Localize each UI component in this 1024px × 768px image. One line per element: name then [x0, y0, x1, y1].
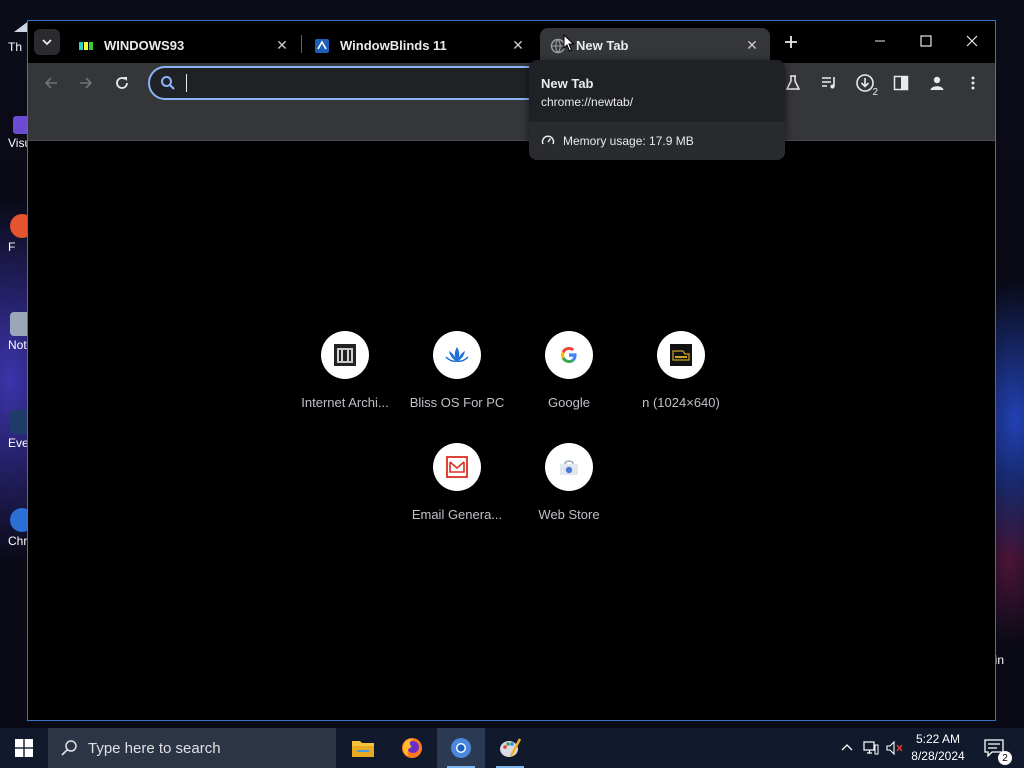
hover-card-url: chrome://newtab/: [541, 95, 634, 109]
tab-title: WINDOWS93: [104, 38, 185, 53]
plus-icon: [785, 36, 797, 48]
close-icon[interactable]: ✕: [744, 37, 760, 54]
network-button[interactable]: [860, 728, 882, 768]
side-panel-icon: [893, 75, 909, 91]
start-button[interactable]: [0, 728, 48, 768]
shortcut-tile[interactable]: Bliss OS For PC: [401, 331, 513, 435]
side-panel-button[interactable]: [889, 71, 913, 95]
minimize-button[interactable]: [857, 27, 903, 55]
taskbar-clock[interactable]: 5:22 AM 8/28/2024: [906, 731, 970, 765]
media-control-button[interactable]: [817, 71, 841, 95]
tab-divider: [301, 35, 302, 53]
new-tab-button[interactable]: [780, 31, 802, 53]
shortcut-tile[interactable]: Internet Archi...: [289, 331, 401, 435]
shortcut-tile[interactable]: n (1024×640): [625, 331, 737, 435]
maximize-icon: [920, 35, 932, 47]
omnibox[interactable]: [148, 66, 568, 100]
desktop-right-label: in: [994, 653, 1004, 667]
volume-button[interactable]: [884, 728, 906, 768]
bookmarks-bar: [28, 103, 995, 141]
tab-title: New Tab: [576, 38, 629, 53]
taskbar-paint[interactable]: [486, 728, 534, 768]
taskbar-file-explorer[interactable]: [339, 728, 387, 768]
shortcut-label: n (1024×640): [642, 395, 720, 410]
shortcut-tile[interactable]: Google: [513, 331, 625, 435]
minimize-icon: [875, 40, 885, 42]
download-count: 2: [872, 87, 878, 98]
search-icon: [61, 740, 77, 756]
volume-muted-icon: [886, 741, 903, 755]
search-icon: [161, 76, 175, 90]
hover-card-memory: Memory usage: 17.9 MB: [529, 122, 785, 160]
taskbar-search-placeholder: Type here to search: [88, 739, 221, 757]
taskbar-chrome[interactable]: [437, 728, 485, 768]
maximize-button[interactable]: [903, 27, 949, 55]
show-hidden-icons-button[interactable]: [836, 728, 858, 768]
thumbnail-icon: [657, 331, 705, 379]
paint-icon: [500, 738, 522, 757]
browser-window: WINDOWS93 ✕ WindowBlinds 11 ✕ New Tab ✕: [27, 20, 996, 721]
address-input[interactable]: [195, 71, 566, 95]
windows-logo-icon: [15, 739, 33, 757]
taskbar-search[interactable]: Type here to search: [48, 728, 336, 768]
tab-title: WindowBlinds 11: [340, 38, 447, 53]
windowblinds-icon: [314, 38, 330, 54]
chrome-icon: [451, 738, 471, 758]
profile-icon: [930, 76, 944, 90]
lotus-icon: [433, 331, 481, 379]
chevron-up-icon: [841, 744, 853, 751]
shortcut-tile[interactable]: Email Genera...: [401, 443, 513, 547]
webstore-icon: [545, 443, 593, 491]
back-button[interactable]: [39, 71, 63, 95]
clock-date: 8/28/2024: [911, 749, 965, 763]
shortcut-tile[interactable]: Web Store: [513, 443, 625, 547]
file-explorer-icon: [352, 741, 374, 757]
shortcut-label: Bliss OS For PC: [409, 395, 505, 410]
text-caret: [186, 74, 187, 92]
close-window-button[interactable]: [949, 27, 995, 55]
menu-button[interactable]: [961, 71, 985, 95]
tab-windows93[interactable]: WINDOWS93 ✕: [68, 28, 300, 63]
network-icon: [863, 741, 879, 755]
shortcut-label: Internet Archi...: [301, 395, 389, 410]
profile-button[interactable]: [925, 71, 949, 95]
hover-card-title: New Tab: [541, 76, 594, 91]
taskbar: Type here to search 5:22 AM 8/28/2024 2: [0, 728, 1024, 768]
mouse-cursor-icon: [563, 33, 575, 57]
reload-icon: [116, 77, 128, 89]
clock-time: 5:22 AM: [915, 732, 961, 746]
reload-button[interactable]: [110, 71, 134, 95]
shortcut-label: Web Store: [538, 507, 600, 522]
email-icon: [433, 443, 481, 491]
windows93-icon: [78, 38, 94, 54]
toolbar: 2: [28, 63, 995, 103]
tab-hover-card: New Tab chrome://newtab/ Memory usage: 1…: [529, 60, 785, 160]
close-icon[interactable]: ✕: [510, 37, 526, 54]
chevron-down-icon: [42, 39, 52, 46]
shortcut-label: Google: [548, 395, 590, 410]
close-icon[interactable]: ✕: [274, 37, 290, 54]
downloads-button[interactable]: 2: [853, 71, 878, 98]
tab-strip: WINDOWS93 ✕ WindowBlinds 11 ✕ New Tab ✕: [28, 21, 995, 63]
tab-search-button[interactable]: [34, 29, 60, 55]
google-icon: [545, 331, 593, 379]
close-icon: [966, 35, 978, 47]
gauge-icon: [541, 135, 555, 145]
arrow-left-icon: [44, 77, 57, 89]
notifications-button[interactable]: 2: [980, 728, 1012, 768]
media-control-icon: [822, 77, 835, 89]
memory-usage-text: Memory usage: 17.9 MB: [563, 134, 694, 148]
arrow-right-icon: [80, 77, 93, 89]
menu-icon: [971, 76, 975, 90]
taskbar-firefox[interactable]: [388, 728, 436, 768]
labs-icon: [785, 75, 801, 90]
tab-windowblinds[interactable]: WindowBlinds 11 ✕: [304, 28, 536, 63]
shortcut-label: Email Genera...: [411, 507, 503, 522]
forward-button[interactable]: [74, 71, 98, 95]
archive-icon: [321, 331, 369, 379]
firefox-icon: [402, 738, 422, 758]
notification-count: 2: [998, 751, 1012, 765]
